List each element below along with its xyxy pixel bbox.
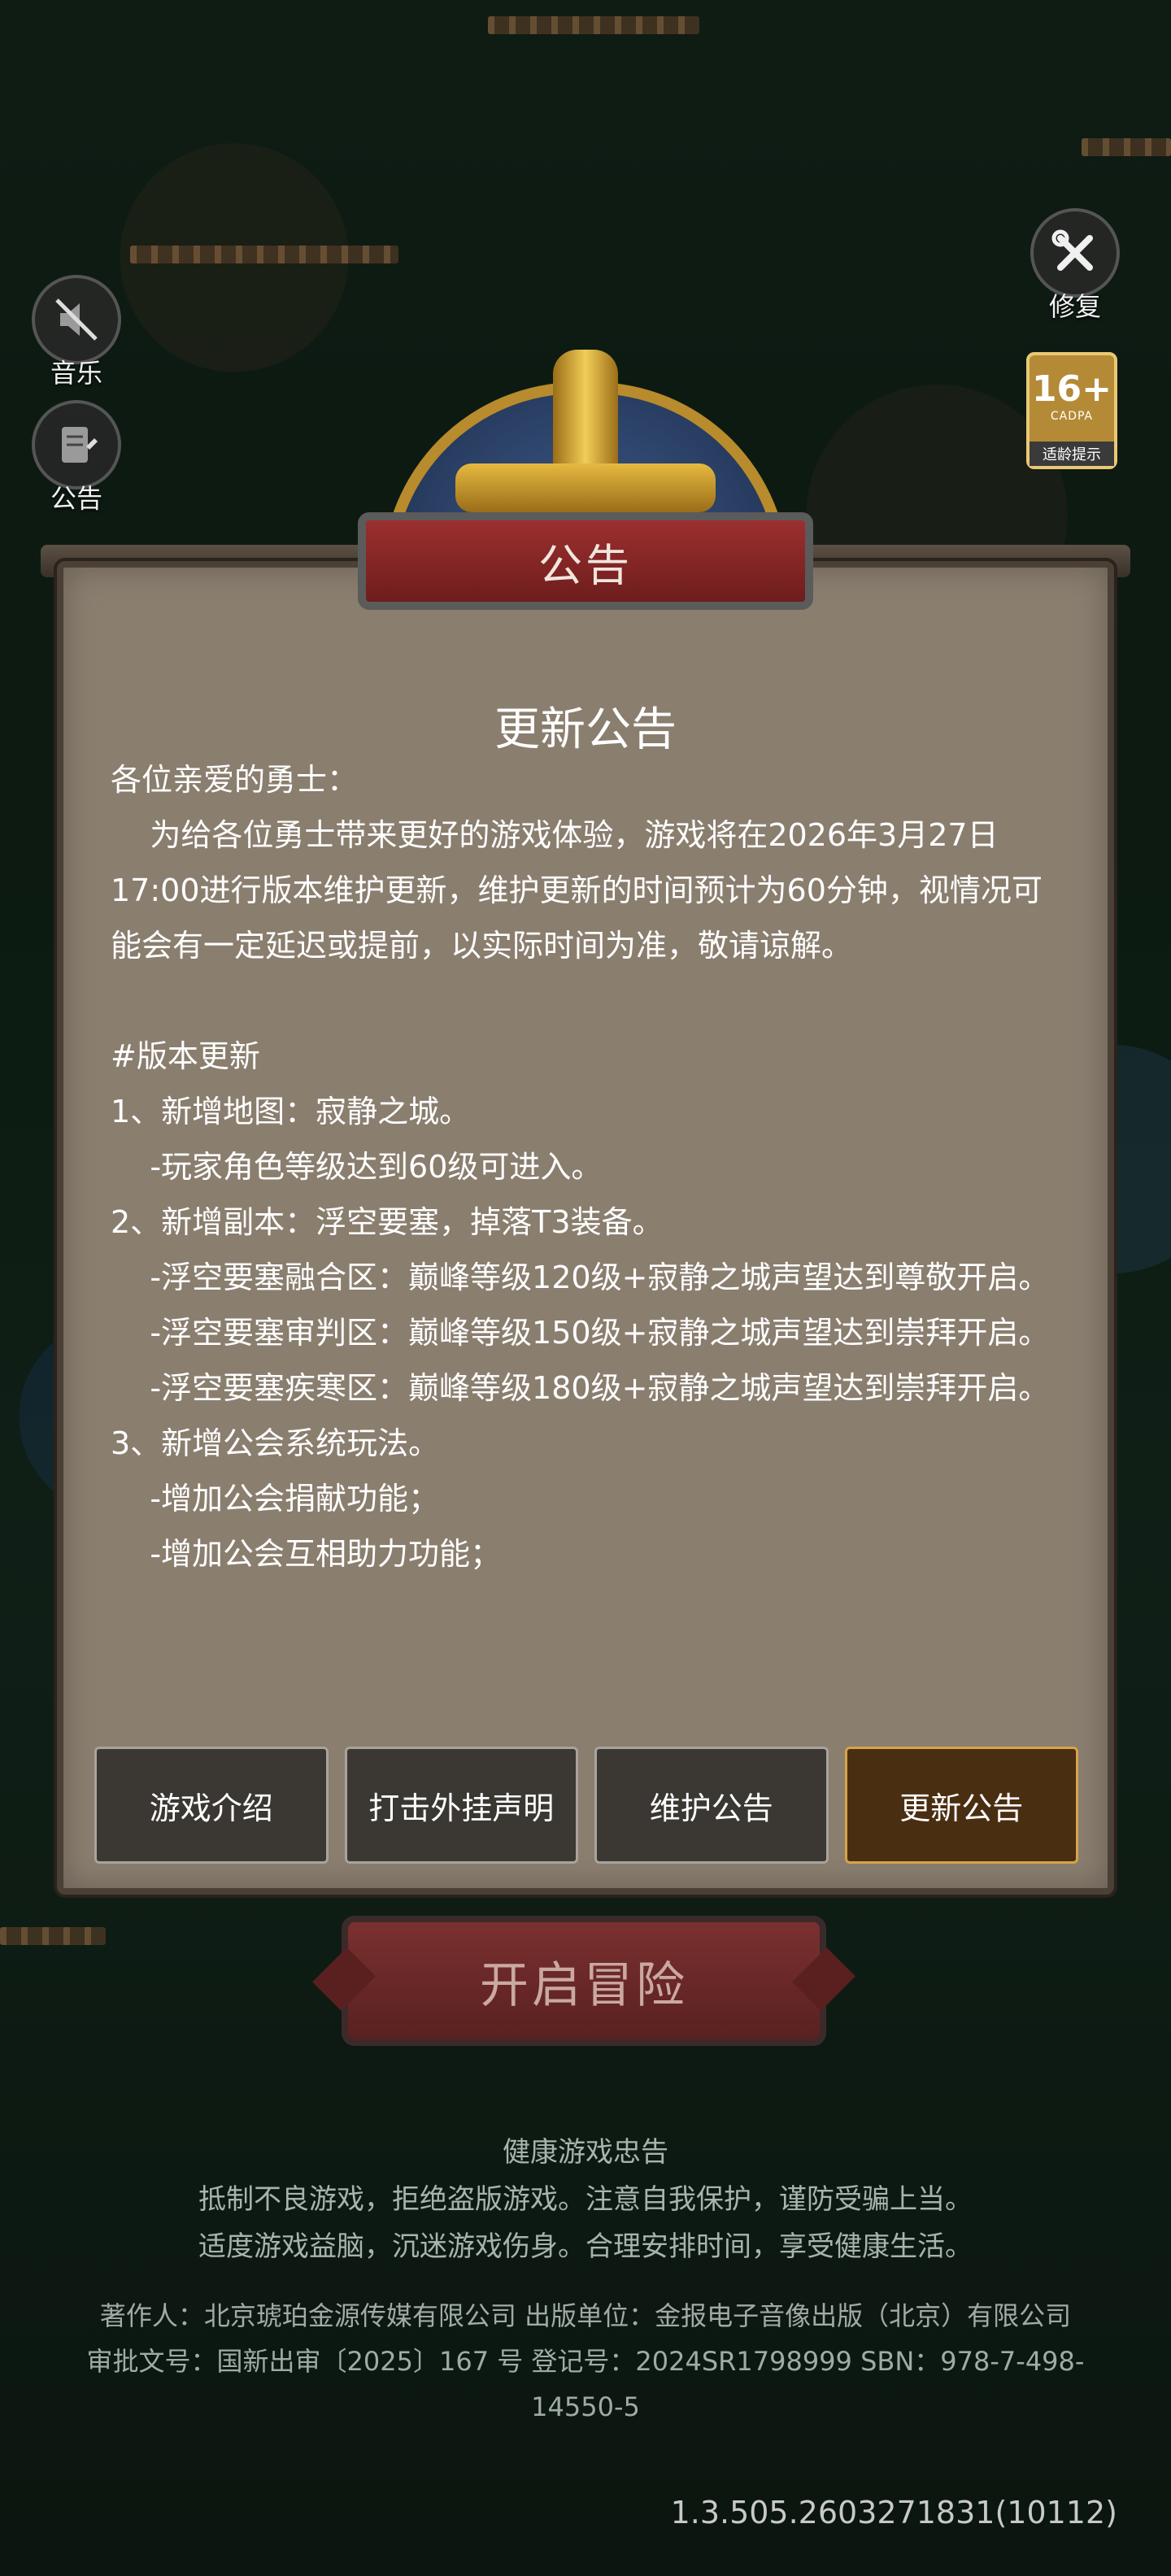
tab-maintenance[interactable]: 维护公告	[594, 1747, 829, 1864]
age-rating-org: CADPA	[1050, 410, 1094, 423]
notice-line: 各位亲爱的勇士：	[111, 762, 359, 798]
notice-line: -增加公会互相助力功能；	[111, 1536, 502, 1572]
notice-label: 公告	[50, 483, 102, 514]
notice-line: 2、新增副本：浮空要塞，掉落T3装备。	[111, 1204, 664, 1240]
publisher-credits: 著作人：北京琥珀金源传媒有限公司 出版单位：金报电子音像出版（北京）有限公司 审…	[0, 2293, 1171, 2430]
health-line: 抵制不良游戏，拒绝盗版游戏。注意自我保护，谨防受骗上当。	[198, 2183, 973, 2216]
notice-gap	[111, 973, 1062, 1029]
start-adventure-label: 开启冒险	[480, 1956, 688, 2014]
notice-button[interactable]: 公告	[28, 400, 125, 516]
notice-line: -玩家角色等级达到60级可进入。	[111, 1149, 603, 1185]
notice-heading: 更新公告	[494, 703, 677, 756]
notice-body[interactable]: 各位亲爱的勇士： 为给各位勇士带来更好的游戏体验，游戏将在2026年3月27日1…	[111, 752, 1062, 1740]
credits-line: 审批文号：国新出审〔2025〕167 号 登记号：2024SR1798999 S…	[86, 2346, 1085, 2377]
panel-title-plaque: 公告	[358, 512, 813, 610]
notice-line: -浮空要塞融合区：巅峰等级120级+寂静之城声望达到尊敬开启。	[111, 1260, 1050, 1295]
notice-line: 为给各位勇士带来更好的游戏体验，游戏将在2026年3月27日17:00进行版本维…	[111, 817, 1043, 964]
notice-tabs: 游戏介绍 打击外挂声明 维护公告 更新公告	[94, 1747, 1078, 1864]
tab-anti-cheat[interactable]: 打击外挂声明	[344, 1747, 578, 1864]
sword-guard-icon	[455, 463, 716, 512]
fence-decoration	[488, 16, 699, 34]
health-title: 健康游戏忠告	[503, 2136, 668, 2169]
start-adventure-button[interactable]: 开启冒险	[342, 1916, 826, 2046]
notice-line: -浮空要塞疾寒区：巅峰等级180级+寂静之城声望达到崇拜开启。	[111, 1370, 1050, 1406]
repair-label: 修复	[1048, 291, 1101, 322]
fence-decoration	[130, 246, 398, 263]
health-line: 适度游戏益脑，沉迷游戏伤身。合理安排时间，享受健康生活。	[198, 2230, 973, 2263]
notice-line: -增加公会捐献功能；	[111, 1481, 440, 1516]
fence-decoration	[0, 1927, 106, 1945]
age-rating-tip: 适龄提示	[1030, 442, 1114, 466]
panel-title: 公告	[538, 539, 633, 591]
sword-hilt-icon	[553, 350, 618, 480]
wrench-screwdriver-icon	[1030, 208, 1120, 298]
credits-line: 著作人：北京琥珀金源传媒有限公司 出版单位：金报电子音像出版（北京）有限公司	[99, 2300, 1072, 2331]
speaker-muted-icon	[32, 275, 121, 364]
fence-decoration	[1082, 138, 1171, 156]
music-button[interactable]: 音乐	[28, 275, 125, 390]
tab-game-intro[interactable]: 游戏介绍	[94, 1747, 329, 1864]
age-rating-number: 16+	[1031, 368, 1112, 410]
tab-update-notice[interactable]: 更新公告	[844, 1747, 1078, 1864]
repair-button[interactable]: 修复	[1026, 208, 1124, 324]
music-label: 音乐	[50, 358, 102, 389]
notice-line: 3、新增公会系统玩法。	[111, 1425, 440, 1461]
notice-line: #版本更新	[111, 1038, 260, 1074]
credits-line: 14550-5	[531, 2391, 640, 2422]
version-label: 1.3.505.2603271831(10112)	[670, 2495, 1117, 2530]
notice-line: -浮空要塞审判区：巅峰等级150级+寂静之城声望达到崇拜开启。	[111, 1315, 1050, 1351]
health-advisory: 健康游戏忠告 抵制不良游戏，拒绝盗版游戏。注意自我保护，谨防受骗上当。 适度游戏…	[0, 2129, 1171, 2270]
age-rating-badge[interactable]: 16+ CADPA 适龄提示	[1026, 352, 1117, 469]
notice-note-icon	[32, 400, 121, 490]
notice-line: 1、新增地图：寂静之城。	[111, 1094, 471, 1129]
